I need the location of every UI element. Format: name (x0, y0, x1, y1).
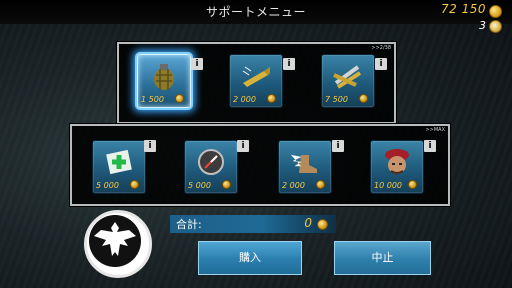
info-button[interactable]: i (375, 58, 387, 70)
support-panel-top: >>2/38 1 500 i 2 000 i 7 500 i (117, 42, 396, 124)
item-price: 5 000 (188, 181, 211, 190)
info-button[interactable]: i (283, 58, 295, 70)
panel-tag: >>2/38 (371, 45, 391, 51)
coin-icon (317, 219, 328, 230)
item-slot-soldier-beret[interactable]: 10 000 (370, 140, 424, 194)
item-slot-bullets[interactable]: 2 000 (229, 54, 283, 108)
compass-icon (198, 149, 224, 175)
top-bar: サポートメニュー 72 150 (0, 0, 512, 24)
support-panel-bottom: >>MAX 5 000 i 5 000 i 2 000 i 10 000 i (70, 124, 450, 206)
info-button[interactable]: i (424, 140, 436, 152)
info-button[interactable]: i (144, 140, 156, 152)
gold-amount: 3 (479, 19, 486, 32)
ammo-bundle-icon (333, 65, 362, 89)
soldier-beret-icon (385, 149, 409, 174)
money-amount: 72 150 (441, 2, 486, 16)
coin-icon (359, 94, 368, 103)
medkit-icon (106, 149, 132, 175)
grenade-icon (154, 64, 174, 90)
info-button[interactable]: i (191, 58, 203, 70)
coin-icon (316, 180, 325, 189)
winged-boot-icon (290, 154, 317, 173)
eagle-emblem-icon (84, 210, 152, 278)
item-price: 1 500 (141, 95, 164, 104)
item-slot-winged-boot[interactable]: 2 000 (278, 140, 332, 194)
item-slot-ammo-bundle[interactable]: 7 500 (321, 54, 375, 108)
coin-icon (175, 94, 184, 103)
item-price: 5 000 (96, 181, 119, 190)
cancel-button[interactable]: 中止 (334, 241, 431, 275)
item-price: 7 500 (325, 95, 348, 104)
total-bar: 合計: 0 (170, 215, 336, 233)
coin-icon (408, 180, 417, 189)
item-price: 10 000 (374, 181, 402, 190)
coin-icon (130, 180, 139, 189)
coin-icon (222, 180, 231, 189)
item-price: 2 000 (282, 181, 305, 190)
item-price: 2 000 (233, 95, 256, 104)
info-button[interactable]: i (237, 140, 249, 152)
item-slot-grenade[interactable]: 1 500 (137, 54, 191, 108)
info-button[interactable]: i (332, 140, 344, 152)
coin-icon (267, 94, 276, 103)
buy-button[interactable]: 購入 (198, 241, 302, 275)
page-title: サポートメニュー (205, 5, 306, 19)
coin-icon (489, 5, 502, 18)
item-slot-compass[interactable]: 5 000 (184, 140, 238, 194)
panel-tag: >>MAX (425, 127, 445, 133)
bullets-icon (242, 66, 270, 87)
total-label: 合計: (176, 218, 202, 231)
gold-medal-icon (489, 20, 502, 33)
item-slot-medkit[interactable]: 5 000 (92, 140, 146, 194)
total-value: 0 (304, 216, 312, 230)
